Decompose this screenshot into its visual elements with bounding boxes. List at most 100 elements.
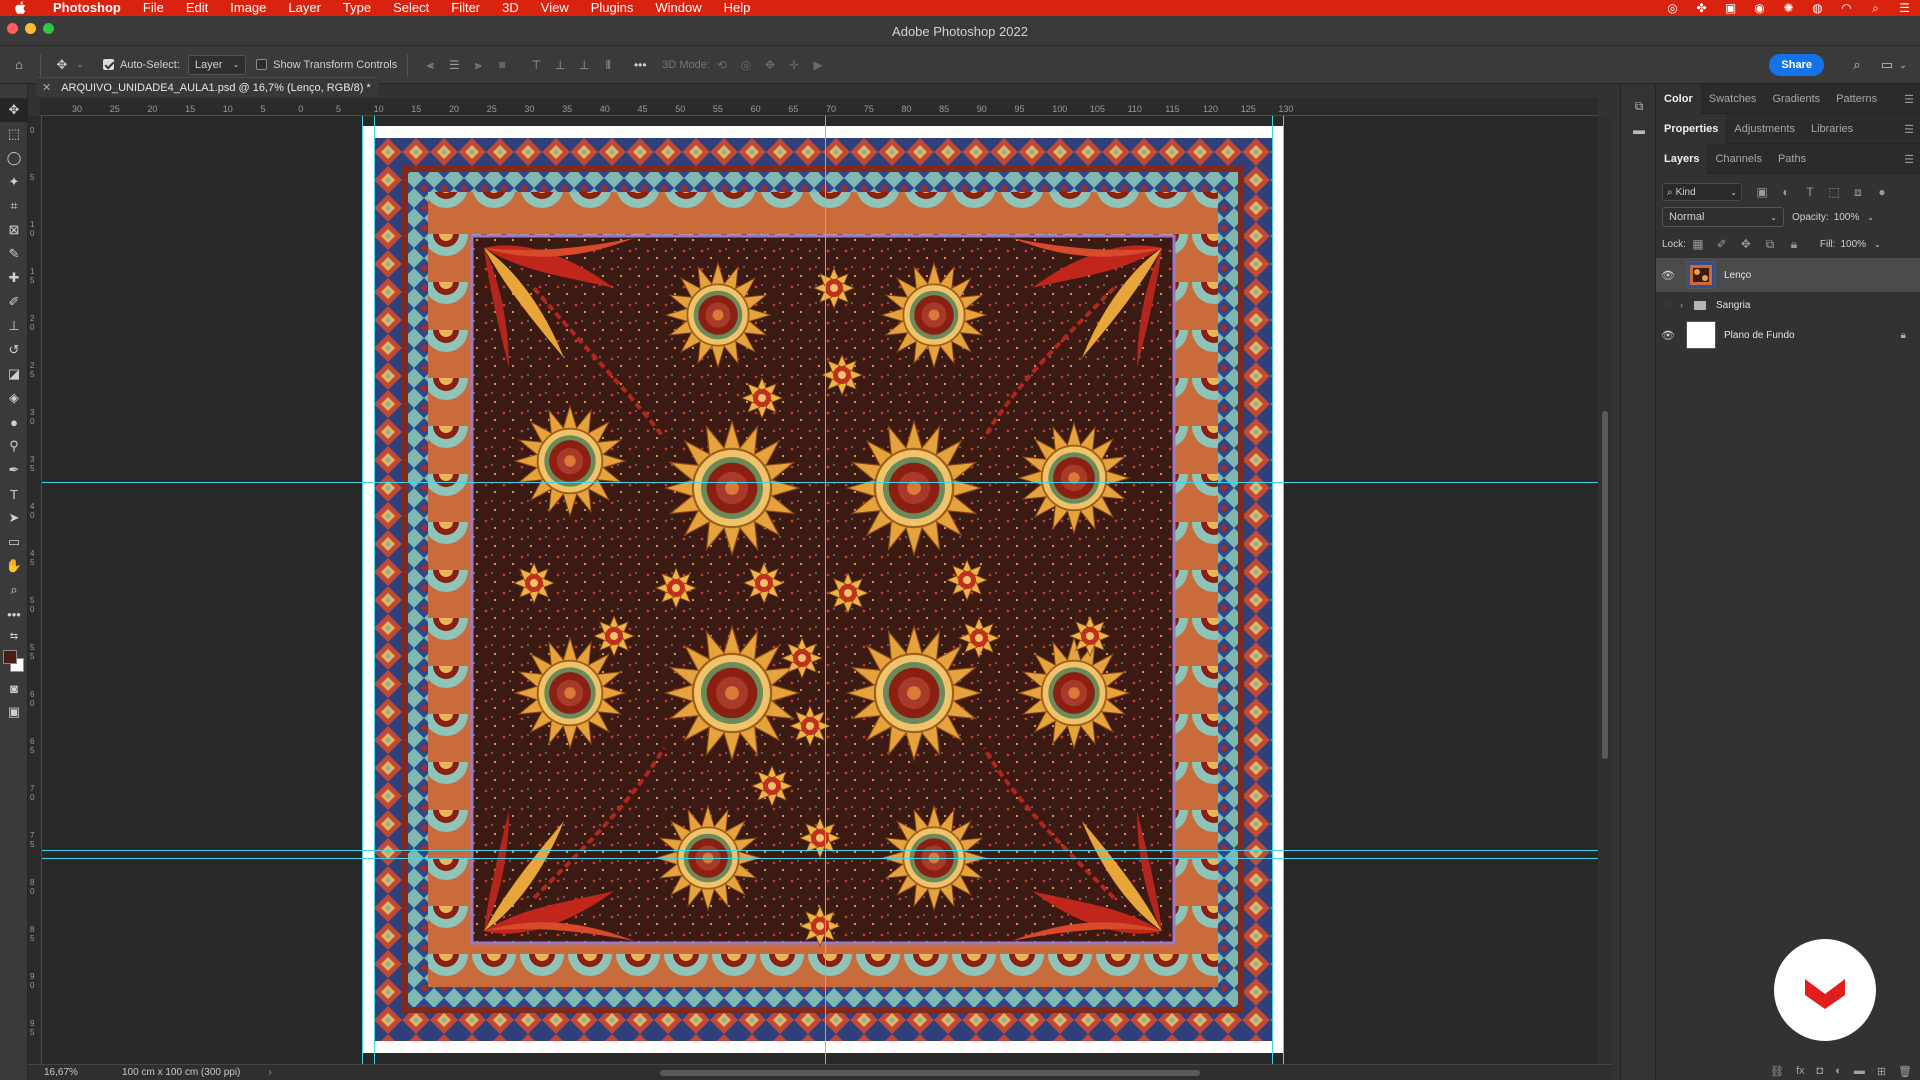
panel-menu-icon[interactable]: ☰	[1904, 123, 1914, 136]
filter-pixel-icon[interactable]: ▣	[1754, 185, 1770, 199]
magic-wand-tool-icon[interactable]: ✦	[0, 170, 28, 194]
chevron-down-icon[interactable]: ⌄	[1874, 240, 1881, 249]
clone-stamp-tool-icon[interactable]: ⊥	[0, 314, 28, 338]
lock-artboard-icon[interactable]: ⧉	[1762, 237, 1778, 251]
layer-filter-kind-dropdown[interactable]: ⌕ Kind ⌄	[1662, 183, 1742, 201]
adjustment-layer-icon[interactable]: ◐	[1835, 1065, 1842, 1077]
sync-icon[interactable]: ◉	[1752, 1, 1767, 15]
history-panel-icon[interactable]: ⧉	[1621, 94, 1657, 118]
layer-name[interactable]: Sangria	[1716, 300, 1750, 311]
spotlight-icon[interactable]: ⌕	[1868, 1, 1883, 15]
vertical-ruler[interactable]: 0 5 1 0 1 5 2 0 2 5 3 0 3 5 4 0 4 5 5 0 5 5 6 0 6 5 7 …	[28, 116, 42, 1064]
visibility-toggle-empty[interactable]: □	[1656, 299, 1680, 311]
horizontal-scrollbar[interactable]	[660, 1070, 1200, 1076]
chevron-down-icon[interactable]: ⌄	[1867, 213, 1874, 222]
history-brush-tool-icon[interactable]: ↺	[0, 338, 28, 362]
move-tool-preset-icon[interactable]: ✥	[53, 54, 71, 76]
horizontal-ruler[interactable]: 30 25 20 15 10 5 0 5 10 15 20 25 30 35 40 45 50 55 60 65 70 7…	[40, 98, 1598, 116]
marquee-tool-icon[interactable]: ⬚	[0, 122, 28, 146]
layer-row[interactable]: 👁︎ Lenço	[1656, 258, 1920, 292]
dodge-tool-icon[interactable]: ⚲	[0, 434, 28, 458]
menu-type[interactable]: Type	[332, 0, 382, 16]
menu-app-name[interactable]: Photoshop	[42, 0, 132, 16]
visibility-eye-icon[interactable]: 👁︎	[1656, 329, 1680, 342]
lasso-tool-icon[interactable]: ◯	[0, 146, 28, 170]
distribute-vertical-icon[interactable]: ≡	[494, 58, 510, 72]
lock-transparency-icon[interactable]: ▦	[1690, 237, 1706, 251]
filter-smart-object-icon[interactable]: ⧈	[1850, 185, 1866, 199]
menu-edit[interactable]: Edit	[175, 0, 219, 16]
adobe-icon[interactable]: ▣	[1723, 1, 1738, 15]
layer-row[interactable]: 👁︎ Plano de Fundo 🔒︎	[1656, 318, 1920, 352]
opacity-value[interactable]: 100%	[1834, 212, 1860, 223]
menu-select[interactable]: Select	[382, 0, 440, 16]
more-options-button[interactable]: •••	[632, 58, 648, 72]
filter-shape-icon[interactable]: ⬚	[1826, 185, 1842, 199]
3d-slide-icon[interactable]: ✛	[786, 58, 802, 72]
3d-orbit-icon[interactable]: ⟲	[714, 58, 730, 72]
chevron-right-icon[interactable]: ›	[1680, 300, 1694, 310]
menu-image[interactable]: Image	[219, 0, 277, 16]
auto-select-checkbox[interactable]	[103, 59, 114, 70]
visibility-eye-icon[interactable]: 👁︎	[1656, 269, 1680, 282]
filter-adjustment-icon[interactable]: ◐	[1778, 185, 1794, 199]
blur-tool-icon[interactable]: ●	[0, 410, 28, 434]
guide-line-horizontal[interactable]	[42, 850, 1598, 851]
distribute-horizontal-icon[interactable]: ⦀	[600, 58, 616, 72]
menu-filter[interactable]: Filter	[440, 0, 491, 16]
document-size-info[interactable]: 100 cm x 100 cm (300 ppi)	[108, 1067, 240, 1078]
panel-menu-icon[interactable]: ☰	[1904, 153, 1914, 166]
rectangle-tool-icon[interactable]: ▭	[0, 530, 28, 554]
guide-line-horizontal[interactable]	[42, 482, 1598, 483]
search-icon[interactable]: ⌕	[1848, 54, 1866, 76]
3d-pan-icon[interactable]: ✥	[762, 58, 778, 72]
tab-properties[interactable]: Properties	[1656, 113, 1727, 144]
edit-toolbar-icon[interactable]: •••	[0, 602, 28, 626]
layer-name[interactable]: Plano de Fundo	[1724, 330, 1795, 341]
menu-plugins[interactable]: Plugins	[580, 0, 645, 16]
chevron-down-icon[interactable]: ⌄	[71, 54, 89, 76]
guide-line-vertical[interactable]	[1272, 116, 1273, 1064]
3d-roll-icon[interactable]: ◎	[738, 58, 754, 72]
pen-tool-icon[interactable]: ✒	[0, 458, 28, 482]
align-right-icon[interactable]: ⫸	[470, 58, 486, 72]
blend-mode-dropdown[interactable]: Normal ⌄	[1662, 207, 1784, 227]
control-center-icon[interactable]: ☰	[1897, 1, 1912, 15]
paint-bucket-tool-icon[interactable]: ◈	[0, 386, 28, 410]
new-group-icon[interactable]: ▬	[1854, 1065, 1865, 1077]
3d-scale-icon[interactable]: ▶	[810, 58, 826, 72]
document-tab[interactable]: ✕ ARQUIVO_UNIDADE4_AULA1.psd @ 16,7% (Le…	[36, 77, 378, 97]
layer-name[interactable]: Lenço	[1724, 270, 1751, 281]
new-layer-icon[interactable]: ⊞	[1877, 1065, 1886, 1078]
healing-brush-tool-icon[interactable]: ✚	[0, 266, 28, 290]
zoom-level[interactable]: 16,67%	[28, 1067, 108, 1078]
menu-help[interactable]: Help	[713, 0, 762, 16]
tab-layers[interactable]: Layers	[1656, 143, 1708, 174]
scarf-artwork[interactable]	[374, 138, 1272, 1041]
tab-adjustments[interactable]: Adjustments	[1726, 114, 1803, 144]
guide-line-vertical[interactable]	[362, 116, 363, 1064]
tab-color[interactable]: Color	[1656, 83, 1701, 114]
swap-colors-icon[interactable]: ⇆	[0, 626, 28, 646]
screen-mode-icon[interactable]: ▣	[0, 700, 28, 724]
comments-panel-icon[interactable]: ▬	[1621, 118, 1657, 142]
show-transform-controls-checkbox[interactable]	[256, 59, 268, 70]
tab-swatches[interactable]: Swatches	[1701, 84, 1765, 114]
chevron-down-icon[interactable]: ⌄	[1894, 54, 1912, 76]
creative-cloud-icon[interactable]: ◎	[1665, 1, 1680, 15]
frame-tool-icon[interactable]: ⊠	[0, 218, 28, 242]
add-mask-icon[interactable]: ◘	[1817, 1065, 1824, 1077]
tab-channels[interactable]: Channels	[1707, 144, 1769, 174]
align-left-icon[interactable]: ⫷	[422, 58, 438, 72]
link-layers-icon[interactable]: ⛓	[1770, 1065, 1784, 1078]
home-icon[interactable]: ⌂	[10, 54, 28, 76]
notification-icon[interactable]: ✺	[1781, 1, 1796, 15]
align-top-icon[interactable]: ⊤	[528, 58, 544, 72]
fill-value[interactable]: 100%	[1840, 239, 1866, 250]
tab-libraries[interactable]: Libraries	[1803, 114, 1861, 144]
chevron-right-icon[interactable]: ›	[268, 1067, 271, 1078]
scrollbar-thumb[interactable]	[1602, 411, 1608, 759]
auto-select-target-dropdown[interactable]: Layer ⌄	[187, 54, 247, 75]
delete-layer-icon[interactable]: 🗑︎	[1898, 1065, 1912, 1078]
layer-row[interactable]: □ › Sangria	[1656, 292, 1920, 318]
